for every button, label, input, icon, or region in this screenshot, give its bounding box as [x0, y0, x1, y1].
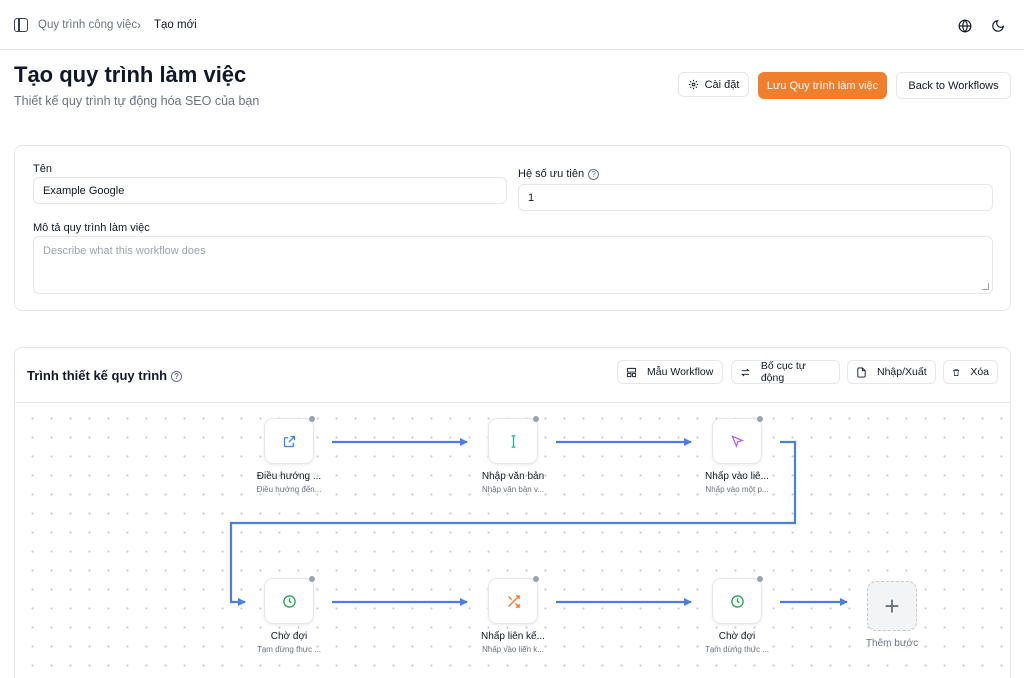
priority-input[interactable]: 1	[518, 184, 993, 211]
node-description: Tạm dừng thực ...	[704, 645, 770, 654]
help-icon[interactable]: ?	[171, 371, 183, 383]
import-export-label: Nhập/Xuất	[877, 366, 927, 378]
node-handle[interactable]	[309, 416, 315, 422]
workflow-canvas[interactable]: Điều hướng ... Điều hướng đến... Nhập vă…	[15, 403, 1010, 678]
gear-icon	[688, 79, 698, 90]
page-subtitle: Thiết kế quy trình tự động hóa SEO của b…	[14, 94, 260, 108]
shuffle-icon	[507, 594, 520, 608]
settings-label: Cài đặt	[704, 78, 740, 91]
node-title: Chờ đợi	[718, 631, 756, 642]
designer-title: Trình thiết kế quy trình?	[27, 368, 183, 383]
moon-icon[interactable]	[991, 19, 1005, 33]
description-textarea[interactable]: Describe what this workflow does	[33, 236, 993, 294]
description-placeholder: Describe what this workflow does	[43, 245, 206, 257]
file-icon	[857, 366, 866, 378]
text-cursor-icon	[511, 434, 515, 448]
node-description: Tạm dừng thực ...	[256, 645, 322, 654]
resize-handle-icon[interactable]	[982, 283, 989, 290]
top-bar: Quy trình công việc › Tạo mới	[0, 0, 1024, 50]
save-workflow-button[interactable]: Lưu Quy trình làm việc	[758, 72, 887, 99]
name-input[interactable]: Example Google	[33, 177, 507, 204]
node-handle[interactable]	[309, 576, 315, 582]
external-link-icon	[283, 435, 295, 447]
workflow-designer-card: Trình thiết kế quy trình? Mẫu Workflow B…	[14, 347, 1011, 678]
node-title: Nhập văn bản	[481, 471, 545, 482]
node-title: Nhấp vào liê...	[705, 471, 769, 482]
clock-icon	[730, 594, 744, 608]
node-title: Điều hướng ...	[256, 471, 322, 482]
page-title: Tạo quy trình làm việc	[14, 62, 247, 87]
clock-icon	[282, 594, 296, 608]
workflow-node-wait[interactable]	[264, 576, 315, 624]
arrows-left-right-icon	[741, 368, 750, 376]
help-icon[interactable]: ?	[588, 168, 600, 180]
node-title: Chờ đợi	[270, 631, 308, 642]
node-handle[interactable]	[533, 416, 539, 422]
pointer-icon	[731, 435, 744, 448]
add-step-label: Thêm bước	[865, 638, 919, 649]
name-label: Tên	[33, 163, 52, 175]
breadcrumb-current: Tạo mới	[154, 19, 197, 31]
workflow-templates-button[interactable]: Mẫu Workflow	[617, 360, 723, 384]
workflow-form-card: Tên Example Google Hệ số ưu tiên? 1 Mô t…	[14, 145, 1011, 311]
workflow-node-type-text[interactable]	[488, 416, 539, 464]
node-handle[interactable]	[533, 576, 539, 582]
workflow-node-click[interactable]	[712, 416, 763, 464]
auto-layout-label: Bố cục tự động	[760, 360, 806, 384]
workflow-node-navigate[interactable]	[264, 416, 315, 464]
back-to-workflows-button[interactable]: Back to Workflows	[896, 72, 1011, 99]
sidebar-toggle-icon[interactable]	[14, 18, 28, 32]
node-handle[interactable]	[757, 416, 763, 422]
workflow-node-wait-2[interactable]	[712, 576, 763, 624]
trash-icon	[953, 368, 960, 376]
auto-layout-button[interactable]: Bố cục tự động	[731, 360, 840, 384]
node-description: Nhấp vào một p...	[705, 485, 769, 494]
breadcrumb-parent[interactable]: Quy trình công việc	[38, 19, 137, 31]
node-title: Nhấp liên kế...	[481, 631, 545, 642]
back-to-workflows-label: Back to Workflows	[908, 79, 999, 92]
node-handle[interactable]	[757, 576, 763, 582]
workflow-templates-label: Mẫu Workflow	[647, 366, 714, 378]
delete-label: Xóa	[970, 366, 989, 378]
description-label: Mô tả quy trình làm việc	[33, 222, 150, 234]
globe-icon[interactable]	[958, 19, 972, 33]
designer-title-text: Trình thiết kế quy trình	[27, 368, 168, 383]
save-workflow-label: Lưu Quy trình làm việc	[766, 79, 879, 92]
node-description: Nhấp vào liên k...	[482, 645, 544, 654]
breadcrumb-separator-icon: ›	[137, 18, 141, 32]
delete-button[interactable]: Xóa	[943, 360, 998, 384]
settings-button[interactable]: Cài đặt	[678, 72, 749, 97]
node-description: Điều hướng đến...	[256, 485, 322, 494]
priority-label-text: Hệ số ưu tiên	[518, 168, 585, 180]
layout-template-icon	[626, 367, 637, 377]
import-export-button[interactable]: Nhập/Xuất	[847, 360, 936, 384]
node-description: Nhập văn bản v...	[481, 485, 545, 494]
workflow-node-click-link[interactable]	[488, 576, 539, 624]
priority-label: Hệ số ưu tiên?	[518, 168, 600, 180]
add-step-button[interactable]: +	[867, 581, 917, 631]
plus-icon: +	[884, 590, 900, 621]
